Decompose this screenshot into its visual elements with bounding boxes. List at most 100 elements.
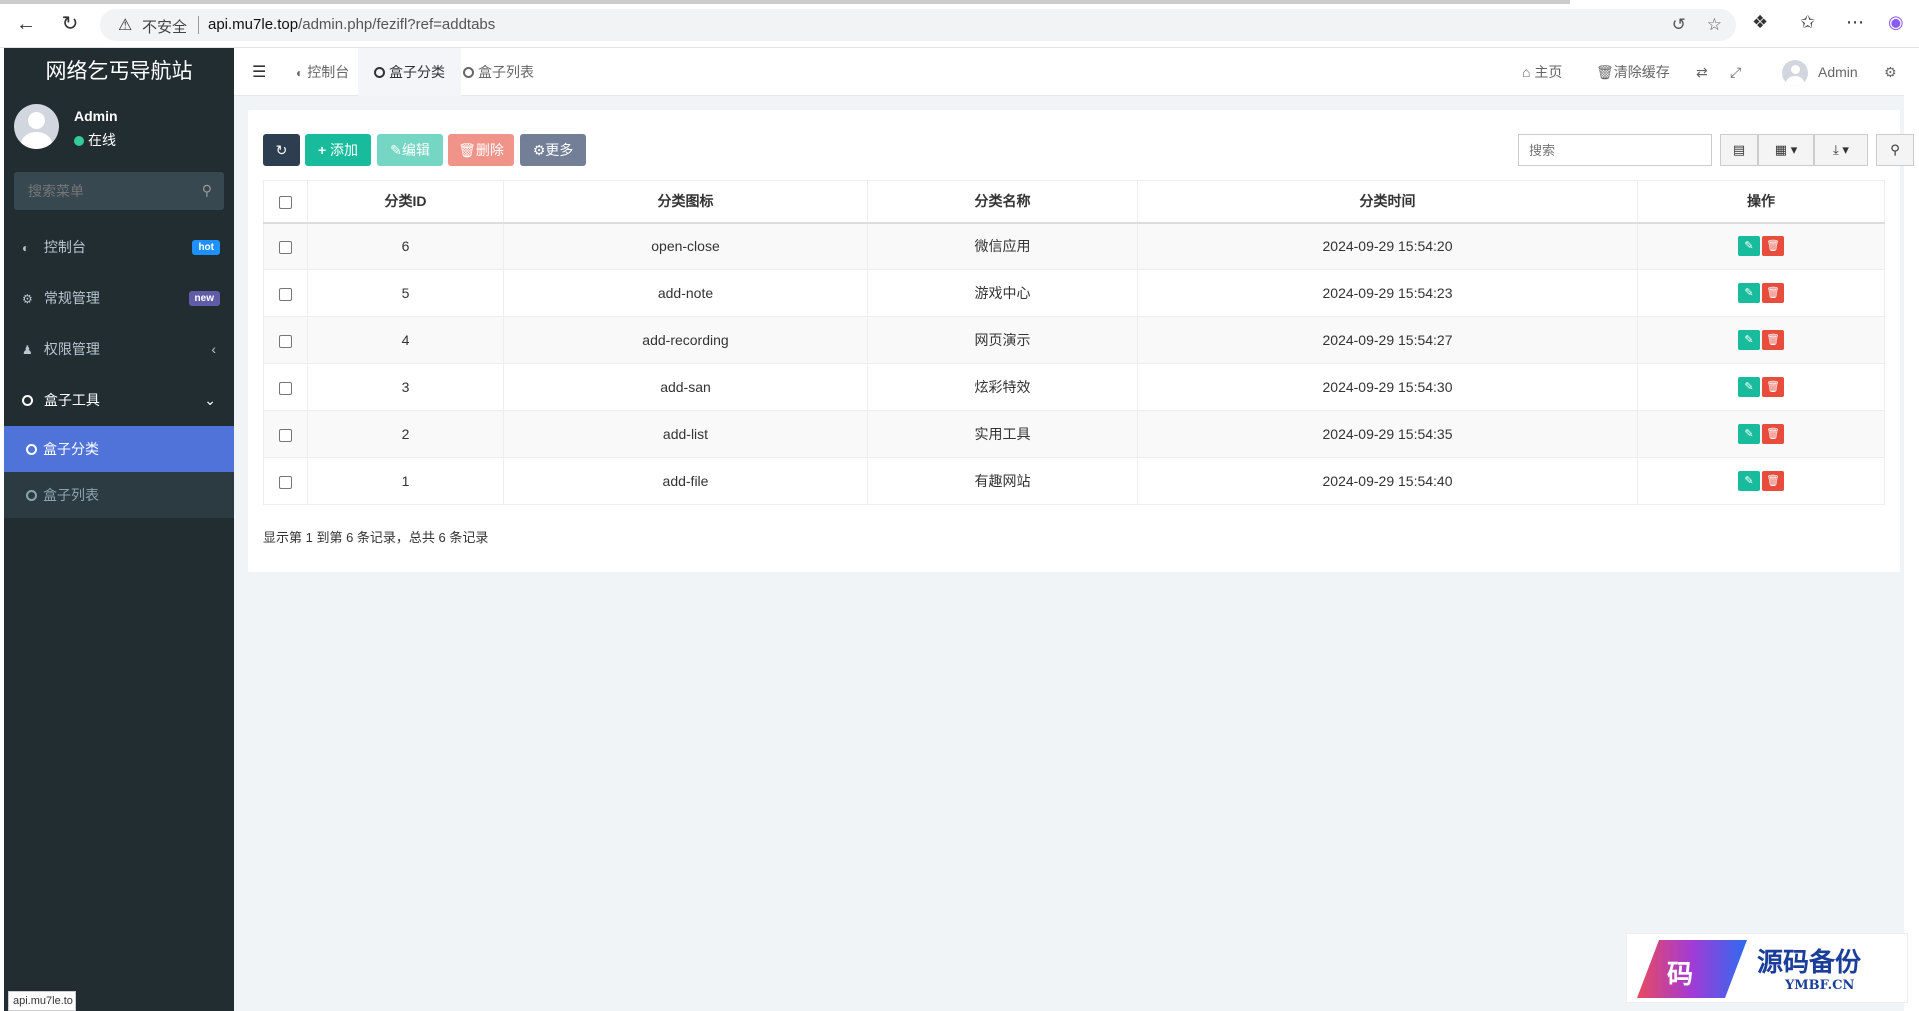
settings-gear-icon[interactable]: ⚙ bbox=[1884, 48, 1897, 96]
sidebar-item-dashboard[interactable]: ◐ 控制台 hot bbox=[4, 222, 234, 273]
hot-badge: hot bbox=[192, 240, 220, 255]
row-delete-button[interactable]: 🗑 bbox=[1762, 330, 1784, 350]
home-link[interactable]: ⌂ 主页 bbox=[1522, 48, 1562, 96]
back-arrow-icon[interactable]: ← bbox=[14, 12, 38, 36]
table-search-input[interactable] bbox=[1518, 134, 1712, 166]
url-text[interactable]: api.mu7le.top/admin.php/fezifl?ref=addta… bbox=[208, 16, 495, 33]
tab-box-category[interactable]: 盒子分类 bbox=[358, 48, 461, 96]
row-edit-button[interactable]: ✎ bbox=[1738, 283, 1760, 303]
column-header[interactable]: 分类时间 bbox=[1137, 180, 1638, 224]
delete-button[interactable]: 🗑删除 bbox=[448, 134, 514, 166]
top-header: ☰ ◐ 控制台 盒子分类 盒子列表 ⌂ 主页 🗑清除缓存 ⇄ ⤢ Admin ⚙ bbox=[234, 48, 1904, 96]
tab-label: 控制台 bbox=[307, 64, 350, 80]
copilot-icon[interactable]: ◉ bbox=[1888, 12, 1904, 33]
export-dropdown-button[interactable]: ⤓ ▾ bbox=[1814, 134, 1868, 166]
search-button[interactable]: ⚲ bbox=[1876, 134, 1914, 166]
translate-icon[interactable]: ↺ bbox=[1672, 15, 1686, 35]
sidebar-item-box-list[interactable]: 盒子列表 bbox=[4, 472, 234, 518]
cell-actions: ✎ 🗑 bbox=[1637, 222, 1885, 270]
favorites-icon[interactable]: ✩ bbox=[1800, 12, 1815, 33]
sidebar-item-general[interactable]: ⚙ 常规管理 new bbox=[4, 273, 234, 324]
cell-id: 2 bbox=[307, 410, 504, 458]
menu-toggle-icon[interactable]: ☰ bbox=[252, 62, 266, 82]
tab-dashboard[interactable]: ◐ 控制台 bbox=[280, 48, 365, 96]
column-header[interactable]: 分类ID bbox=[307, 180, 504, 224]
row-select-cell bbox=[263, 363, 308, 411]
add-button[interactable]: + 添加 bbox=[305, 134, 371, 166]
column-header[interactable]: 分类图标 bbox=[503, 180, 868, 224]
tab-strip bbox=[0, 0, 1570, 4]
table-row[interactable]: 4 add-recording 网页演示 2024-09-29 15:54:27… bbox=[263, 316, 1885, 364]
site-logo[interactable]: 网络乞丐导航站 bbox=[4, 48, 234, 96]
home-label: 主页 bbox=[1534, 64, 1563, 80]
cell-id: 4 bbox=[307, 316, 504, 364]
main-content: ↻ + 添加 ✎编辑 🗑删除 ⚙更多 ▤ ▦ ▾ ⤓ ▾ ⚲ 分类ID 分类图标… bbox=[234, 96, 1914, 1011]
table-row[interactable]: 2 add-list 实用工具 2024-09-29 15:54:35 ✎ 🗑 bbox=[263, 410, 1885, 458]
table-row[interactable]: 5 add-note 游戏中心 2024-09-29 15:54:23 ✎ 🗑 bbox=[263, 269, 1885, 317]
download-icon: ⤓ bbox=[1833, 142, 1839, 157]
row-delete-button[interactable]: 🗑 bbox=[1762, 236, 1784, 257]
warning-icon: ⚠ bbox=[118, 17, 133, 34]
clear-cache-label: 清除缓存 bbox=[1613, 64, 1670, 80]
row-delete-button[interactable]: 🗑 bbox=[1762, 377, 1784, 397]
search-icon[interactable]: ⚲ bbox=[202, 182, 212, 199]
more-button[interactable]: ⚙更多 bbox=[520, 134, 586, 166]
edit-label: 编辑 bbox=[401, 142, 430, 158]
table-row[interactable]: 1 add-file 有趣网站 2024-09-29 15:54:40 ✎ 🗑 bbox=[263, 457, 1885, 505]
columns-dropdown-button[interactable]: ▦ ▾ bbox=[1758, 134, 1814, 166]
select-all-checkbox[interactable] bbox=[279, 196, 292, 210]
table-row[interactable]: 3 add-san 炫彩特效 2024-09-29 15:54:30 ✎ 🗑 bbox=[263, 363, 1885, 411]
user-name: Admin bbox=[74, 108, 118, 124]
tab-label: 盒子列表 bbox=[478, 64, 534, 80]
more-menu-icon[interactable]: ⋯ bbox=[1846, 12, 1864, 33]
pencil-icon: ✎ bbox=[390, 142, 402, 158]
tab-box-list[interactable]: 盒子列表 bbox=[447, 48, 550, 96]
cell-actions: ✎ 🗑 bbox=[1637, 269, 1885, 317]
table-row[interactable]: 6 open-close 微信应用 2024-09-29 15:54:20 ✎ 🗑 bbox=[263, 222, 1885, 270]
favorite-star-icon[interactable]: ☆ bbox=[1707, 15, 1722, 35]
address-bar[interactable]: ⚠ 不安全 api.mu7le.top/admin.php/fezifl?ref… bbox=[100, 9, 1736, 41]
row-checkbox[interactable] bbox=[279, 475, 292, 489]
row-checkbox[interactable] bbox=[279, 381, 292, 395]
user-status-label: 在线 bbox=[88, 132, 116, 148]
edit-button[interactable]: ✎编辑 bbox=[377, 134, 443, 166]
row-edit-button[interactable]: ✎ bbox=[1738, 424, 1760, 444]
row-edit-button[interactable]: ✎ bbox=[1738, 330, 1760, 350]
row-edit-button[interactable]: ✎ bbox=[1738, 236, 1760, 257]
cell-time: 2024-09-29 15:54:30 bbox=[1137, 363, 1638, 411]
row-checkbox[interactable] bbox=[279, 241, 292, 255]
row-edit-button[interactable]: ✎ bbox=[1738, 377, 1760, 397]
clear-cache-button[interactable]: 🗑清除缓存 bbox=[1596, 48, 1670, 96]
toggle-view-button[interactable]: ▤ bbox=[1720, 134, 1758, 166]
row-checkbox[interactable] bbox=[279, 334, 292, 348]
circle-icon bbox=[26, 444, 37, 455]
row-delete-button[interactable]: 🗑 bbox=[1762, 471, 1784, 491]
gears-icon: ⚙ bbox=[22, 292, 33, 306]
list-icon: ▤ bbox=[1732, 142, 1746, 157]
row-checkbox[interactable] bbox=[279, 428, 292, 442]
sidebar-item-label: 控制台 bbox=[43, 239, 86, 255]
fullscreen-icon[interactable]: ⤢ bbox=[1730, 48, 1741, 96]
sidebar-item-box-tools[interactable]: 盒子工具 ⌄ bbox=[4, 375, 234, 426]
menu-search-input[interactable] bbox=[14, 172, 194, 210]
column-header[interactable]: 分类名称 bbox=[867, 180, 1138, 224]
box-tools-submenu: 盒子分类 盒子列表 bbox=[4, 426, 234, 518]
row-delete-button[interactable]: 🗑 bbox=[1762, 283, 1784, 303]
row-checkbox[interactable] bbox=[279, 287, 292, 301]
cell-id: 6 bbox=[307, 222, 504, 270]
cell-icon: add-recording bbox=[503, 316, 868, 364]
refresh-button[interactable]: ↻ bbox=[263, 134, 300, 166]
language-switch-icon[interactable]: ⇄ bbox=[1696, 48, 1708, 96]
extensions-icon[interactable]: ❖ bbox=[1752, 12, 1768, 33]
row-delete-button[interactable]: 🗑 bbox=[1762, 424, 1784, 444]
sidebar-item-box-category[interactable]: 盒子分类 bbox=[4, 426, 234, 472]
dashboard-icon: ◐ bbox=[22, 241, 30, 255]
avatar bbox=[14, 104, 59, 149]
row-edit-button[interactable]: ✎ bbox=[1738, 471, 1760, 491]
refresh-icon: ↻ bbox=[275, 142, 288, 158]
user-menu[interactable]: Admin bbox=[1782, 48, 1858, 96]
home-icon: ⌂ bbox=[1522, 64, 1531, 80]
sidebar-item-auth[interactable]: ♟ 权限管理 ‹ bbox=[4, 324, 234, 375]
cell-icon: add-file bbox=[503, 457, 868, 505]
reload-icon[interactable]: ↻ bbox=[58, 12, 82, 36]
